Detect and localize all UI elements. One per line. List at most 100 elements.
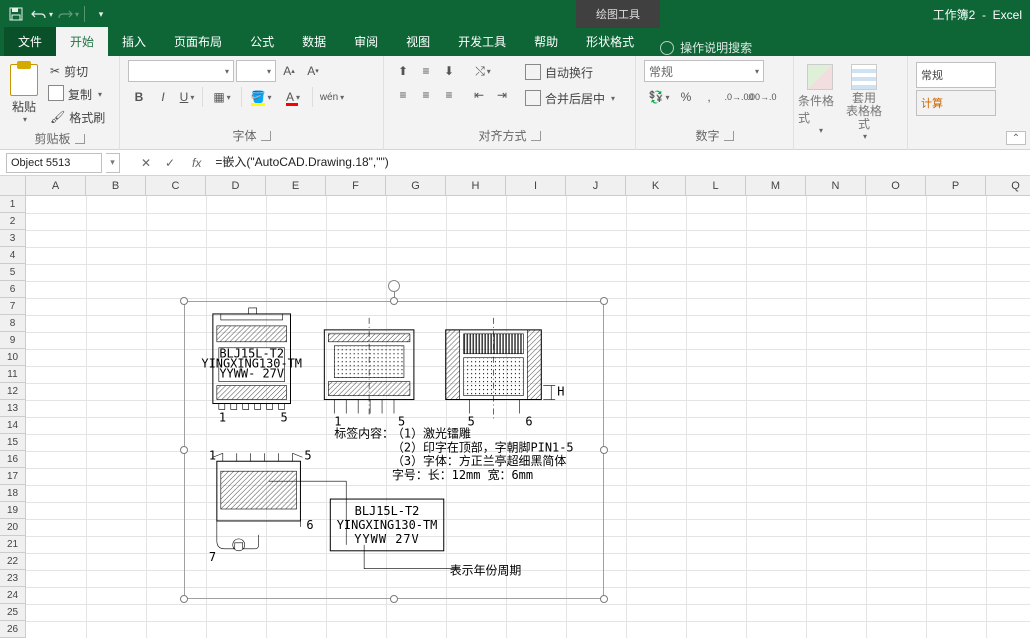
qat-customize-icon[interactable]: ▾ bbox=[89, 2, 113, 26]
font-size-combo[interactable]: ▾ bbox=[236, 60, 276, 82]
align-left-icon[interactable]: ≡ bbox=[392, 84, 414, 106]
align-middle-icon[interactable]: ≡ bbox=[415, 60, 437, 82]
row-header[interactable]: 11 bbox=[0, 366, 26, 383]
select-all-corner[interactable] bbox=[0, 176, 26, 196]
align-right-icon[interactable]: ≡ bbox=[438, 84, 460, 106]
row-header[interactable]: 22 bbox=[0, 553, 26, 570]
underline-button[interactable]: U▾ bbox=[176, 86, 198, 108]
undo-icon[interactable]: ▾ bbox=[30, 2, 54, 26]
number-format-combo[interactable]: 常规▾ bbox=[644, 60, 764, 82]
decrease-font-icon[interactable]: A▾ bbox=[302, 60, 324, 82]
col-header[interactable]: B bbox=[86, 176, 146, 196]
tab-data[interactable]: 数据 bbox=[288, 27, 340, 56]
paste-button[interactable]: 粘贴▾ bbox=[4, 60, 44, 128]
col-header[interactable]: N bbox=[806, 176, 866, 196]
decrease-indent-icon[interactable]: ⇤ bbox=[468, 84, 490, 106]
row-header[interactable]: 9 bbox=[0, 332, 26, 349]
rotate-handle[interactable] bbox=[388, 280, 400, 292]
worksheet-grid[interactable]: ABCDEFGHIJKLMNOPQ 1234567891011121314151… bbox=[0, 176, 1030, 638]
cut-button[interactable]: ✂剪切 bbox=[46, 60, 109, 82]
cell-style-calc[interactable]: 计算 bbox=[916, 90, 996, 116]
tab-insert[interactable]: 插入 bbox=[108, 27, 160, 56]
row-header[interactable]: 20 bbox=[0, 519, 26, 536]
col-header[interactable]: A bbox=[26, 176, 86, 196]
col-header[interactable]: K bbox=[626, 176, 686, 196]
decrease-decimal-icon[interactable]: .00→.0 bbox=[751, 86, 773, 108]
row-header[interactable]: 17 bbox=[0, 468, 26, 485]
merge-center-button[interactable]: 合并后居中▾ bbox=[519, 86, 621, 110]
col-header[interactable]: J bbox=[566, 176, 626, 196]
row-header[interactable]: 25 bbox=[0, 604, 26, 621]
tab-formulas[interactable]: 公式 bbox=[236, 27, 288, 56]
row-header[interactable]: 18 bbox=[0, 485, 26, 502]
col-header[interactable]: C bbox=[146, 176, 206, 196]
increase-font-icon[interactable]: A▴ bbox=[278, 60, 300, 82]
row-header[interactable]: 15 bbox=[0, 434, 26, 451]
row-header[interactable]: 21 bbox=[0, 536, 26, 553]
row-header[interactable]: 2 bbox=[0, 213, 26, 230]
tab-view[interactable]: 视图 bbox=[392, 27, 444, 56]
alignment-dialog-launcher[interactable] bbox=[531, 131, 541, 141]
tab-file[interactable]: 文件 bbox=[4, 27, 56, 56]
col-header[interactable]: F bbox=[326, 176, 386, 196]
col-header[interactable]: O bbox=[866, 176, 926, 196]
font-dialog-launcher[interactable] bbox=[261, 131, 271, 141]
format-as-table-button[interactable]: 套用 表格格式▾ bbox=[842, 60, 886, 141]
increase-indent-icon[interactable]: ⇥ bbox=[491, 84, 513, 106]
format-painter-button[interactable]: 🖌格式刷 bbox=[46, 106, 109, 128]
tab-shape-format[interactable]: 形状格式 bbox=[572, 27, 648, 56]
clipboard-dialog-launcher[interactable] bbox=[75, 134, 85, 144]
italic-button[interactable]: I bbox=[152, 86, 174, 108]
tab-home[interactable]: 开始 bbox=[56, 27, 108, 56]
tab-review[interactable]: 审阅 bbox=[340, 27, 392, 56]
font-name-combo[interactable]: ▾ bbox=[128, 60, 234, 82]
save-icon[interactable] bbox=[4, 2, 28, 26]
col-header[interactable]: Q bbox=[986, 176, 1030, 196]
border-button[interactable]: ▦▾ bbox=[207, 86, 237, 108]
enter-formula-icon[interactable]: ✓ bbox=[158, 153, 182, 173]
percent-icon[interactable]: % bbox=[675, 86, 697, 108]
tell-me-search[interactable]: 操作说明搜索 bbox=[660, 39, 752, 56]
row-header[interactable]: 6 bbox=[0, 281, 26, 298]
col-header[interactable]: M bbox=[746, 176, 806, 196]
comma-icon[interactable]: , bbox=[698, 86, 720, 108]
row-header[interactable]: 1 bbox=[0, 196, 26, 213]
row-header[interactable]: 14 bbox=[0, 417, 26, 434]
embedded-object-selection[interactable]: BLJ15L-T2 YINGXING130-TM YYWW- 27V 1 5 bbox=[184, 301, 604, 599]
col-header[interactable]: D bbox=[206, 176, 266, 196]
col-header[interactable]: L bbox=[686, 176, 746, 196]
tab-page-layout[interactable]: 页面布局 bbox=[160, 27, 236, 56]
row-header[interactable]: 8 bbox=[0, 315, 26, 332]
orientation-icon[interactable]: ⤭▾ bbox=[468, 60, 498, 82]
accounting-format-icon[interactable]: 💱▾ bbox=[644, 86, 674, 108]
align-center-icon[interactable]: ≡ bbox=[415, 84, 437, 106]
row-header[interactable]: 10 bbox=[0, 349, 26, 366]
number-dialog-launcher[interactable] bbox=[724, 131, 734, 141]
fill-color-button[interactable]: 🪣▾ bbox=[246, 86, 276, 108]
row-header[interactable]: 7 bbox=[0, 298, 26, 315]
col-header[interactable]: E bbox=[266, 176, 326, 196]
row-header[interactable]: 24 bbox=[0, 587, 26, 604]
row-header[interactable]: 13 bbox=[0, 400, 26, 417]
align-top-icon[interactable]: ⬆ bbox=[392, 60, 414, 82]
conditional-format-button[interactable]: 条件格式▾ bbox=[798, 60, 842, 135]
row-header[interactable]: 16 bbox=[0, 451, 26, 468]
col-header[interactable]: G bbox=[386, 176, 446, 196]
col-header[interactable]: H bbox=[446, 176, 506, 196]
row-header[interactable]: 19 bbox=[0, 502, 26, 519]
row-header[interactable]: 23 bbox=[0, 570, 26, 587]
copy-button[interactable]: 复制▾ bbox=[46, 83, 109, 105]
row-header[interactable]: 26 bbox=[0, 621, 26, 638]
font-color-button[interactable]: A▾ bbox=[278, 86, 308, 108]
row-header[interactable]: 3 bbox=[0, 230, 26, 247]
cancel-formula-icon[interactable]: ✕ bbox=[134, 153, 158, 173]
phonetic-button[interactable]: wén▾ bbox=[317, 86, 347, 108]
align-bottom-icon[interactable]: ⬇ bbox=[438, 60, 460, 82]
wrap-text-button[interactable]: 自动换行 bbox=[519, 60, 621, 84]
fx-icon[interactable]: fx bbox=[192, 156, 201, 170]
col-header[interactable]: I bbox=[506, 176, 566, 196]
col-header[interactable]: P bbox=[926, 176, 986, 196]
tab-developer[interactable]: 开发工具 bbox=[444, 27, 520, 56]
row-header[interactable]: 12 bbox=[0, 383, 26, 400]
row-header[interactable]: 4 bbox=[0, 247, 26, 264]
